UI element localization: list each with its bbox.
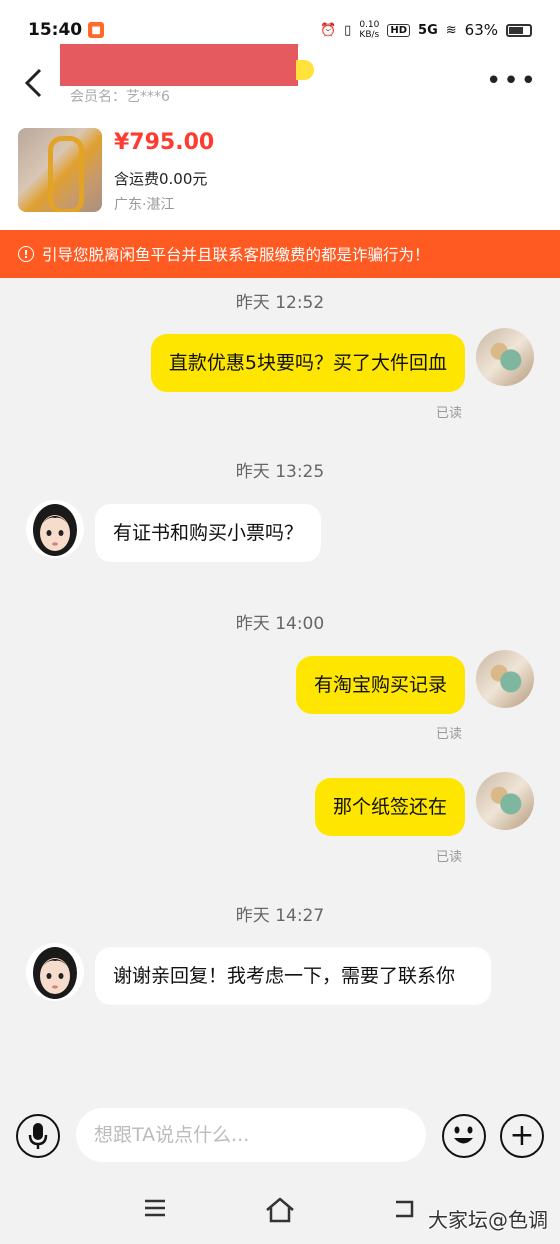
back-icon[interactable] [22,66,52,102]
net-speed: 0.10 KB/s [359,20,379,40]
fraud-warning-banner: ! 引导您脱离闲鱼平台并且联系客服缴费的都是诈骗行为！ [0,230,560,278]
member-name: 会员名：艺***6 [70,89,170,105]
voice-input-button[interactable] [16,1114,60,1158]
system-nav-bar: 大家坛@色调 [0,1180,560,1244]
message-timestamp: 昨天 14:00 [235,614,325,634]
product-shipping: 含运费0.00元 [114,170,208,188]
home-icon[interactable] [264,1196,296,1224]
app-notification-icon: ■ [88,22,105,38]
microphone-icon [28,1123,48,1149]
read-status: 已读 [436,406,463,421]
menu-icon[interactable] [142,1196,168,1220]
redacted-seller-name [60,44,298,86]
warning-icon: ! [18,246,34,262]
nav-back-icon[interactable] [390,1196,418,1222]
message-timestamp: 昨天 12:52 [235,293,325,313]
chat-header: 会员名：艺***6 ••• ¥795.00 含运费0.00元 广东·湛江 [0,44,560,230]
status-time: 15:40 [28,20,83,40]
seller-badge-icon [296,60,314,80]
message-timestamp: 昨天 14:27 [235,906,325,926]
net-speed-unit: KB/s [359,30,380,40]
status-icons: ⏰ ▯ 0.10 KB/s HD 5G ≋ 63% [320,20,532,40]
warning-text: 引导您脱离闲鱼平台并且联系客服缴费的都是诈骗行为！ [42,246,430,264]
message-bubble-theirs[interactable]: 谢谢亲回复！我考虑一下，需要了联系你 [95,947,491,1005]
buyer-avatar[interactable] [26,943,84,1001]
read-status: 已读 [436,850,463,865]
read-status: 已读 [436,727,463,742]
more-actions-button[interactable]: + [500,1114,544,1158]
battery-level: 63% [464,21,498,39]
message-bubble-mine[interactable]: 直款优惠5块要吗？买了大件回血 [150,334,465,392]
plus-icon: + [509,1118,535,1153]
buyer-avatar[interactable] [26,500,84,558]
hd-icon: HD [387,23,411,37]
message-bubble-mine[interactable]: 有淘宝购买记录 [295,656,465,714]
my-avatar[interactable] [476,772,534,830]
vibrate-icon: ▯ [344,22,352,38]
message-bubble-mine[interactable]: 那个纸签还在 [314,778,465,836]
more-options-icon[interactable]: ••• [486,66,538,96]
my-avatar[interactable] [476,328,534,386]
emoji-button[interactable] [442,1114,486,1158]
net-speed-value: 0.10 [359,20,380,30]
message-input[interactable] [76,1108,426,1162]
battery-icon [506,23,532,37]
chat-input-bar: + [0,1100,560,1172]
wifi-icon: ≋ [445,22,457,38]
message-timestamp: 昨天 13:25 [235,462,325,482]
watermark-text: 大家坛@色调 [428,1208,548,1232]
product-location: 广东·湛江 [114,197,175,213]
my-avatar[interactable] [476,650,534,708]
product-thumbnail[interactable] [18,128,102,212]
alarm-icon: ⏰ [319,22,337,38]
product-price: ¥795.00 [114,130,215,155]
message-bubble-theirs[interactable]: 有证书和购买小票吗？ [95,504,322,562]
smiley-icon [454,1126,473,1144]
signal-icon: 5G [418,22,438,38]
